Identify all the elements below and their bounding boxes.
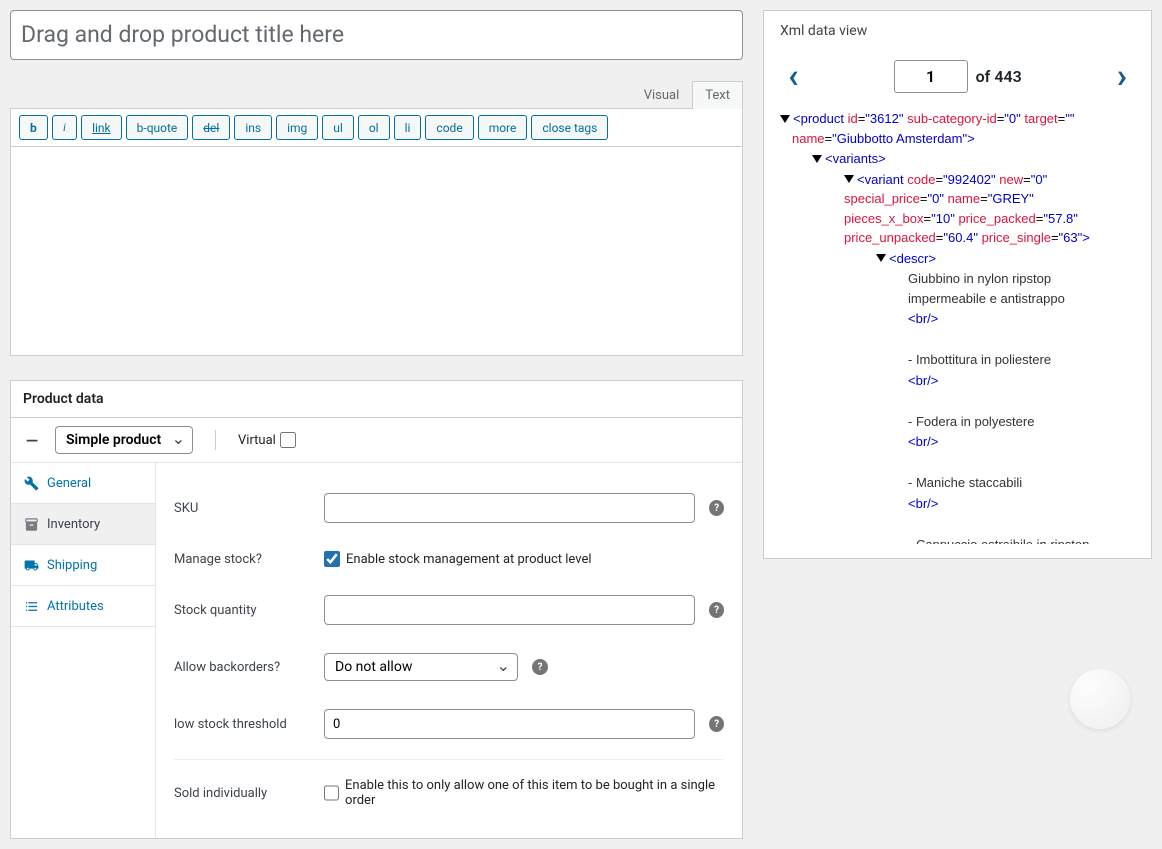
xml-text: - Imbottitura in poliestere [780,350,1131,370]
xml-text: - Fodera in polyestere [780,412,1131,432]
page-input[interactable] [894,60,968,93]
btn-ol[interactable]: ol [358,115,390,140]
manage-stock-checkbox[interactable] [324,551,340,567]
btn-ul[interactable]: ul [322,115,354,140]
toggle-triangle-icon[interactable] [780,115,790,123]
help-icon[interactable]: ? [709,716,724,732]
editor-mode-tabs: VisualText [10,80,743,108]
collapse-toggle-icon[interactable]: — [23,431,41,450]
xml-br: <br/> [780,494,1131,514]
tab-visual[interactable]: Visual [631,81,693,109]
btn-bquote[interactable]: b-quote [126,115,189,140]
next-arrow-icon[interactable]: › [1117,59,1127,93]
sku-input[interactable] [324,493,695,523]
tab-general[interactable]: General [11,463,155,504]
toggle-triangle-icon[interactable] [844,175,854,183]
btn-del-label: del [203,121,219,135]
xml-view-title: Xml data view [780,23,1135,39]
divider [215,430,216,450]
btn-close-tags[interactable]: close tags [531,115,608,140]
xml-spacer [780,514,1131,534]
product-type-row: — Simple product Virtual [11,418,742,463]
virtual-label-text: Virtual [238,433,276,448]
backorders-label: Allow backorders? [174,660,324,675]
tab-shipping-label: Shipping [47,558,97,573]
floating-action-button[interactable] [1070,669,1130,729]
stock-qty-input[interactable] [324,595,695,625]
truck-icon [23,557,39,573]
xml-data-view-panel: Xml data view ‹ of 443 › <product id="36… [763,10,1152,559]
btn-ins[interactable]: ins [234,115,272,140]
btn-more[interactable]: more [478,115,528,140]
low-stock-label: low stock threshold [174,717,324,732]
xml-node-product[interactable]: <product id="3612" sub-category-id="0" t… [792,109,1131,148]
xml-text: - Cappuccio estraibile in ripstop [780,535,1131,545]
product-data-tabs: General Inventory Shipping [11,463,156,838]
xml-spacer [780,330,1131,350]
backorders-select[interactable]: Do not allow [324,653,518,681]
toggle-triangle-icon[interactable] [812,155,822,163]
tab-general-label: General [47,476,91,491]
inventory-icon [23,516,39,532]
sold-individually-checkbox[interactable] [324,785,339,801]
tab-attributes-label: Attributes [47,599,104,614]
manage-stock-label: Manage stock? [174,552,324,567]
xml-spacer [780,391,1131,411]
product-type-select[interactable]: Simple product [55,426,193,454]
product-title-input[interactable] [10,10,743,60]
help-icon[interactable]: ? [532,659,548,675]
btn-code[interactable]: code [425,115,473,140]
xml-spacer [780,453,1131,473]
btn-link-label: link [92,121,111,135]
editor-block: VisualText b i link b-quote del ins img … [10,80,743,360]
tab-attributes[interactable]: Attributes [11,586,155,627]
btn-italic[interactable]: i [52,115,77,140]
xml-text: - Maniche staccabili [780,473,1131,493]
sold-individually-cb-label: Enable this to only allow one of this it… [345,778,724,808]
tab-text[interactable]: Text [692,81,743,109]
editor-textarea[interactable] [10,146,743,356]
wrench-icon [23,475,39,491]
backorders-select-wrap: Do not allow [324,653,518,681]
btn-link[interactable]: link [81,115,122,140]
product-data-heading: Product data [11,381,742,418]
help-icon[interactable]: ? [709,500,724,516]
tab-inventory-label: Inventory [47,517,100,532]
xml-br: <br/> [780,371,1131,391]
editor-toolbar: b i link b-quote del ins img ul ol li co… [10,108,743,146]
prev-arrow-icon[interactable]: ‹ [788,59,799,93]
xml-node-variant[interactable]: <variant code="992402" new="0" special_p… [844,170,1131,248]
low-stock-input[interactable] [324,709,695,739]
tab-inventory[interactable]: Inventory [11,504,155,545]
btn-del[interactable]: del [192,115,230,140]
xml-text: Giubbino in nylon ripstop impermeabile e… [780,269,1131,308]
btn-bold[interactable]: b [19,115,48,140]
virtual-label: Virtual [238,432,296,448]
xml-br: <br/> [780,432,1131,452]
virtual-checkbox[interactable] [280,432,296,448]
help-icon[interactable]: ? [709,602,724,618]
stock-qty-label: Stock quantity [174,603,324,618]
sold-individually-label: Sold individually [174,786,324,801]
xml-tree[interactable]: <product id="3612" sub-category-id="0" t… [780,109,1135,544]
xml-pager: ‹ of 443 › [780,49,1135,109]
btn-img[interactable]: img [276,115,318,140]
toggle-triangle-icon[interactable] [876,254,886,262]
manage-stock-cb-label: Enable stock management at product level [346,552,592,567]
xml-node-variants[interactable]: <variants> [780,149,1131,169]
product-type-select-wrap: Simple product [55,426,193,454]
xml-br: <br/> [780,309,1131,329]
product-data-panel: Product data — Simple product Virtual [10,380,743,839]
list-icon [23,598,39,614]
page-total-label: of 443 [976,67,1022,86]
btn-li[interactable]: li [394,115,422,140]
tab-shipping[interactable]: Shipping [11,545,155,586]
inventory-fields: SKU ? Manage stock? Enable stock managem… [156,463,742,838]
xml-node-descr[interactable]: <descr> [780,249,1131,269]
sku-label: SKU [174,501,324,516]
